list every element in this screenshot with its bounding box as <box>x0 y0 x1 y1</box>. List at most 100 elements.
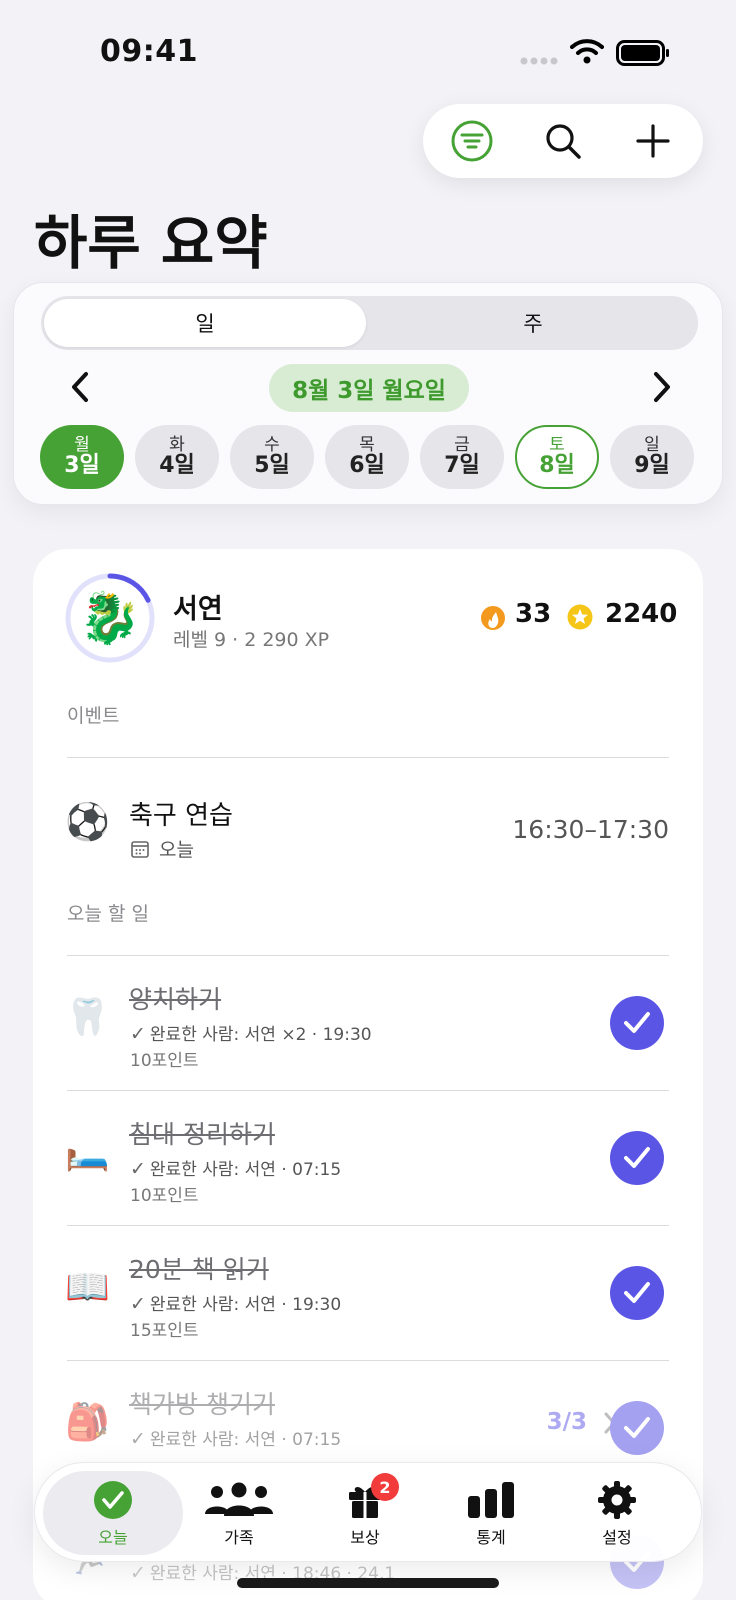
task-completed-by: ✓ 완료한 사람: 서연 ×2 · 19:30 <box>130 1020 372 1045</box>
user-level: 레벨 9 · 2 290 XP <box>173 629 330 651</box>
star-coin-icon <box>567 604 593 630</box>
day-chip-sat[interactable]: 토 8일 <box>515 425 599 489</box>
chevron-right-icon <box>654 372 670 402</box>
filter-button[interactable] <box>447 116 497 166</box>
summary-card: 🐉 서연 레벨 9 · 2 290 XP 33 2240 이벤트 ⚽ 축구 연습… <box>33 549 703 1600</box>
checkmark-icon <box>624 1417 650 1438</box>
day-chip-date: 3일 <box>64 453 100 479</box>
event-time: 16:30–17:30 <box>512 815 669 844</box>
day-week-segmented-control: 일 주 <box>41 296 698 350</box>
tab-today[interactable]: 오늘 <box>43 1471 183 1555</box>
check-circle-icon <box>94 1481 132 1519</box>
day-chip-mon[interactable]: 월 3일 <box>40 425 124 489</box>
task-complete-toggle[interactable] <box>610 1401 664 1455</box>
day-chip-date: 4일 <box>159 453 195 479</box>
bed-icon: 🛏️ <box>65 1132 110 1173</box>
task-title: 20분 책 읽기 <box>129 1255 269 1284</box>
gear-icon <box>598 1481 636 1519</box>
next-date-button[interactable] <box>642 367 682 407</box>
cellular-signal-icon <box>520 57 558 65</box>
day-chip-weekday: 토 <box>549 434 565 455</box>
search-button[interactable] <box>538 116 588 166</box>
week-day-strip: 월 3일 화 4일 수 5일 목 6일 금 7일 토 8일 일 9일 <box>40 425 700 489</box>
filter-icon <box>451 120 493 162</box>
checkmark-icon: ✓ <box>130 1562 146 1584</box>
day-chip-weekday: 수 <box>264 434 280 455</box>
task-completed-by: ✓ 완료한 사람: 서연 · 07:15 <box>130 1155 341 1180</box>
task-complete-toggle[interactable] <box>610 996 664 1050</box>
day-chip-wed[interactable]: 수 5일 <box>230 425 314 489</box>
task-completed-text: 완료한 사람: 서연 · 07:15 <box>149 1160 342 1180</box>
task-points: 10포인트 <box>130 1186 199 1206</box>
task-title: 침대 정리하기 <box>129 1120 275 1149</box>
add-button[interactable] <box>628 116 678 166</box>
task-title: 책가방 챙기기 <box>129 1390 275 1419</box>
task-row[interactable]: 📖 20분 책 읽기 ✓ 완료한 사람: 서연 · 19:30 15포인트 <box>33 1226 703 1360</box>
date-picker-card: 일 주 8월 3일 월요일 월 3일 화 4일 수 5일 목 6일 금 7일 토… <box>13 282 723 505</box>
plus-icon <box>636 124 670 158</box>
checkmark-icon: ✓ <box>130 1023 146 1045</box>
rewards-badge: 2 <box>371 1473 399 1501</box>
bar-chart-icon <box>468 1482 514 1518</box>
task-progress: 3/3 <box>546 1409 587 1435</box>
avatar[interactable]: 🐉 <box>77 582 143 654</box>
page-title: 하루 요약 <box>34 209 268 277</box>
day-chip-weekday: 일 <box>644 434 660 455</box>
tab-family[interactable]: 가족 <box>169 1471 309 1555</box>
chevron-left-icon <box>72 372 88 402</box>
task-points: 15포인트 <box>130 1321 199 1341</box>
soccer-ball-icon: ⚽ <box>65 802 110 843</box>
checkmark-icon: ✓ <box>130 1293 146 1315</box>
tab-label: 가족 <box>224 1528 254 1547</box>
task-completed-text: 완료한 사람: 서연 · 19:30 <box>149 1295 342 1315</box>
day-chip-weekday: 목 <box>359 434 375 455</box>
checkmark-icon: ✓ <box>130 1428 146 1450</box>
tab-label: 오늘 <box>98 1528 128 1547</box>
task-row[interactable]: 🛏️ 침대 정리하기 ✓ 완료한 사람: 서연 · 07:15 10포인트 <box>33 1091 703 1225</box>
day-chip-fri[interactable]: 금 7일 <box>420 425 504 489</box>
checkmark-icon <box>624 1012 650 1033</box>
tab-bar: 오늘 가족 2 보상 통계 설정 <box>34 1462 702 1562</box>
flame-icon <box>481 606 505 630</box>
previous-date-button[interactable] <box>60 367 100 407</box>
people-icon <box>205 1482 273 1516</box>
backpack-icon: 🎒 <box>65 1402 110 1443</box>
current-date-label[interactable]: 8월 3일 월요일 <box>269 364 469 412</box>
tab-stats[interactable]: 통계 <box>421 1471 561 1555</box>
day-chip-date: 7일 <box>444 453 480 479</box>
divider <box>67 757 669 758</box>
event-date: 오늘 <box>159 839 194 861</box>
calendar-icon <box>131 841 149 858</box>
checkmark-icon <box>624 1147 650 1168</box>
tasks-section-label: 오늘 할 일 <box>67 903 149 925</box>
tab-rewards[interactable]: 2 보상 <box>295 1471 435 1555</box>
tab-settings[interactable]: 설정 <box>547 1471 687 1555</box>
day-chip-weekday: 월 <box>74 434 90 455</box>
coin-count: 2240 <box>605 599 678 629</box>
day-chip-date: 8일 <box>539 453 575 479</box>
event-title: 축구 연습 <box>129 801 233 831</box>
tab-label: 통계 <box>476 1528 506 1547</box>
status-bar: 09:41 <box>0 0 736 100</box>
task-title: 양치하기 <box>129 985 222 1014</box>
wifi-icon <box>570 39 604 64</box>
task-complete-toggle[interactable] <box>610 1266 664 1320</box>
task-row[interactable]: 🦷 양치하기 ✓ 완료한 사람: 서연 ×2 · 19:30 10포인트 <box>33 956 703 1090</box>
task-complete-toggle[interactable] <box>610 1131 664 1185</box>
segment-day[interactable]: 일 <box>44 299 366 347</box>
tab-label: 보상 <box>350 1528 380 1547</box>
streak-count: 33 <box>515 599 552 629</box>
battery-icon <box>616 40 669 66</box>
segment-week[interactable]: 주 <box>372 299 694 347</box>
day-chip-sun[interactable]: 일 9일 <box>610 425 694 489</box>
user-name: 서연 <box>173 594 223 625</box>
tooth-icon: 🦷 <box>65 997 110 1038</box>
checkmark-icon <box>624 1282 650 1303</box>
day-chip-weekday: 금 <box>454 434 470 455</box>
day-chip-weekday: 화 <box>169 434 185 455</box>
task-completed-text: 완료한 사람: 서연 ×2 · 19:30 <box>149 1025 372 1045</box>
day-chip-tue[interactable]: 화 4일 <box>135 425 219 489</box>
task-completed-by: ✓ 완료한 사람: 서연 · 19:30 <box>130 1290 341 1315</box>
day-chip-thu[interactable]: 목 6일 <box>325 425 409 489</box>
day-chip-date: 5일 <box>254 453 290 479</box>
